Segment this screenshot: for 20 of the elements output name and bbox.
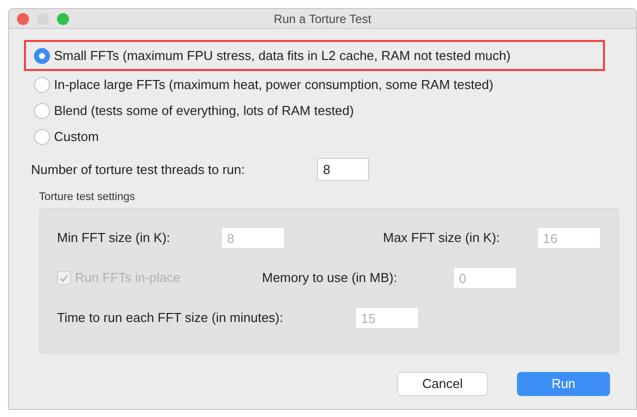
- field-label: Max FFT size (in K):: [383, 229, 501, 248]
- radio-button[interactable]: [34, 48, 50, 64]
- option-label: Blend (tests some of everything, lots of RAM tested): [54, 102, 354, 120]
- option-label: Small FFTs (maximum FPU stress, data fits in L2 cache, RAM not tested much): [54, 46, 511, 65]
- radio-button[interactable]: [34, 103, 50, 119]
- window-title: Run a Torture Test: [274, 10, 372, 28]
- zoom-icon[interactable]: [57, 13, 69, 25]
- threads-label: Number of torture test threads to run:: [31, 160, 246, 179]
- radio-button[interactable]: [34, 77, 50, 93]
- run-button[interactable]: Run: [517, 372, 610, 396]
- cancel-button[interactable]: Cancel: [397, 372, 488, 396]
- field-label: Time to run each FFT size (in minutes):: [57, 309, 284, 328]
- radio-button[interactable]: [34, 129, 50, 145]
- close-icon[interactable]: [17, 13, 29, 25]
- threads-input[interactable]: 8: [317, 158, 369, 181]
- option-label: In-place large FFTs (maximum heat, power consumption, some RAM tested): [54, 76, 494, 94]
- settings-group-title: Torture test settings: [39, 190, 136, 205]
- field-label: Memory to use (in MB):: [262, 269, 398, 288]
- option-label: Custom: [54, 128, 99, 146]
- field-label: Min FFT size (in K):: [57, 229, 172, 248]
